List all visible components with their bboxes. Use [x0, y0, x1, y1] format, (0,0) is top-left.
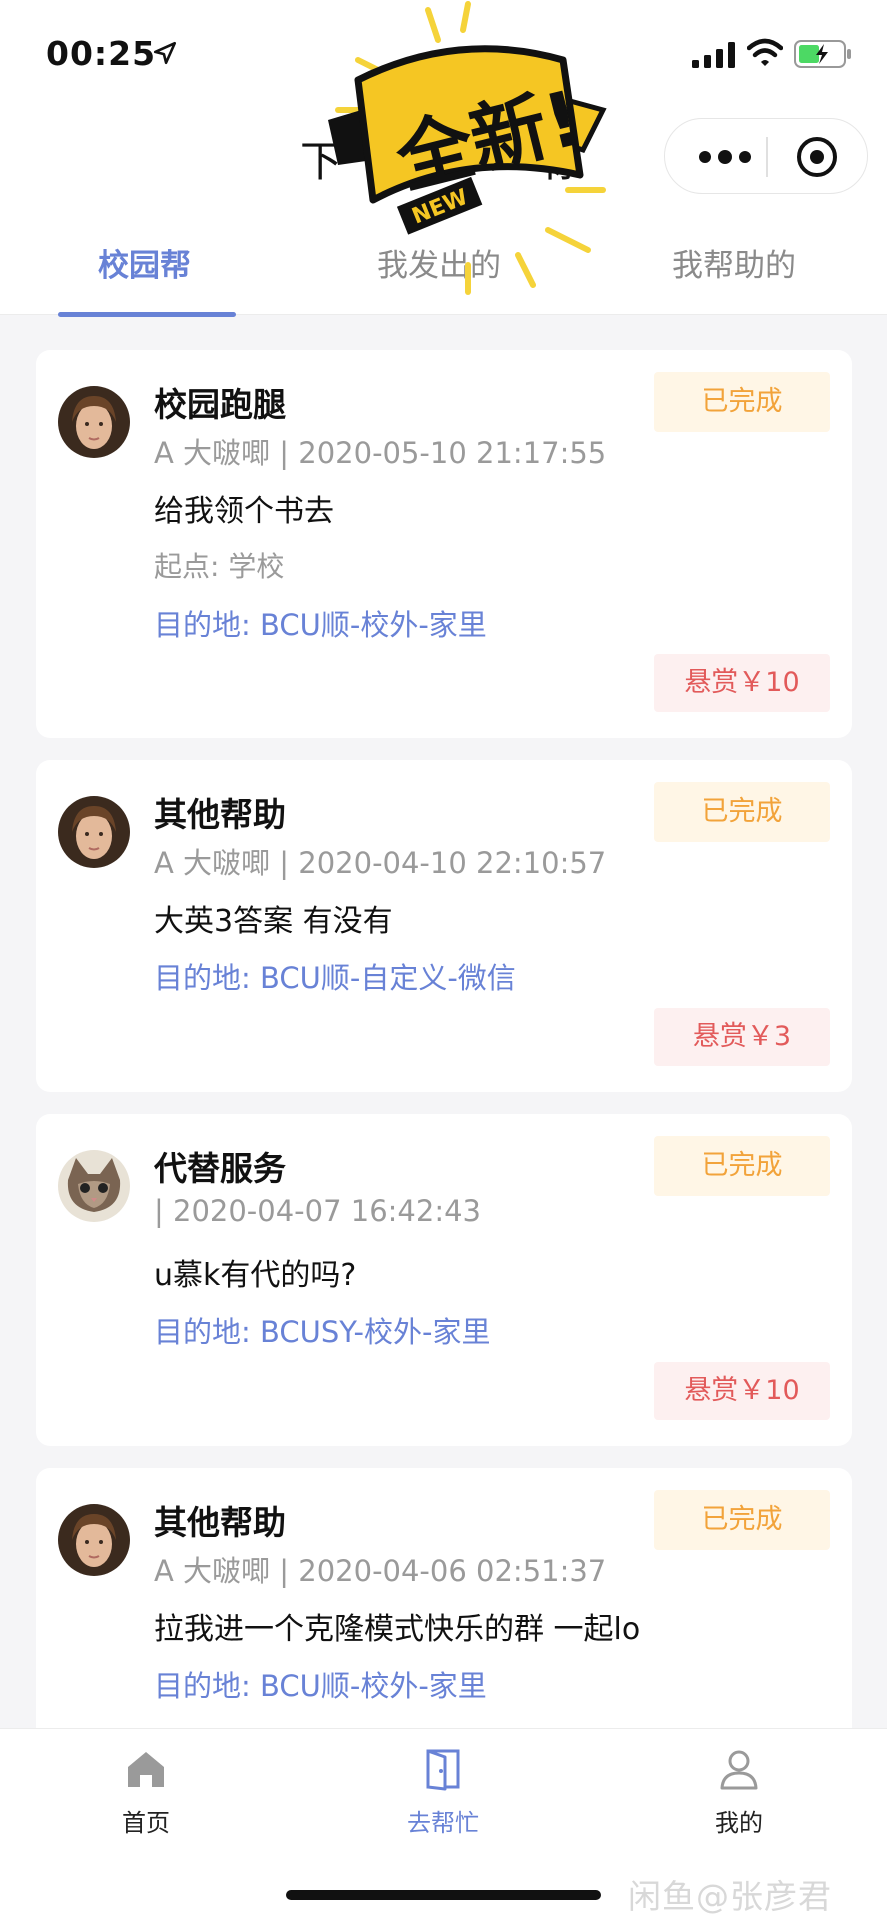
- home-indicator[interactable]: [286, 1890, 601, 1900]
- task-destination: 目的地: BCU顺-自定义-微信: [154, 961, 516, 995]
- door-icon: [426, 1749, 460, 1791]
- task-meta: A 大啵唧 | 2020-05-10 21:17:55: [154, 436, 607, 470]
- avatar: [58, 1504, 130, 1576]
- status-badge: 已完成: [654, 1136, 830, 1196]
- user-icon: [720, 1750, 758, 1790]
- status-badge: 已完成: [654, 372, 830, 432]
- location-arrow-icon: [153, 41, 177, 65]
- tabbar-label: 我的: [715, 1809, 763, 1837]
- tab-active-indicator: [58, 312, 236, 317]
- reward-badge: 悬赏￥3: [654, 1008, 830, 1066]
- task-origin: 起点: 学校: [154, 550, 285, 583]
- tab-helped[interactable]: 我帮助的: [672, 240, 796, 285]
- tabbar-mine[interactable]: 我的: [679, 1747, 799, 1838]
- tabbar-help[interactable]: 去帮忙: [383, 1747, 503, 1838]
- status-time: 00:25: [46, 34, 157, 73]
- task-title: 其他帮助: [154, 795, 286, 834]
- task-content: u慕k有代的吗?: [154, 1258, 357, 1293]
- task-meta: A 大啵唧 | 2020-04-06 02:51:37: [154, 1554, 607, 1588]
- close-mini-program-icon[interactable]: [795, 135, 839, 179]
- tab-campus-help[interactable]: 校园帮: [98, 240, 191, 285]
- task-meta: | 2020-04-07 16:42:43: [154, 1194, 481, 1228]
- task-card[interactable]: 校园跑腿 已完成 A 大啵唧 | 2020-05-10 21:17:55 给我领…: [36, 350, 852, 738]
- task-destination: 目的地: BCU顺-校外-家里: [154, 1669, 487, 1703]
- status-badge: 已完成: [654, 782, 830, 842]
- task-list: 校园跑腿 已完成 A 大啵唧 | 2020-05-10 21:17:55 给我领…: [36, 350, 852, 1822]
- task-content: 拉我进一个克隆模式快乐的群 一起lo: [154, 1612, 641, 1647]
- mini-program-capsule: [664, 118, 868, 194]
- battery-icon: [794, 40, 851, 68]
- task-content: 给我领个书去: [154, 494, 334, 529]
- task-card[interactable]: 代替服务 已完成 | 2020-04-07 16:42:43 u慕k有代的吗? …: [36, 1114, 852, 1446]
- task-destination: 目的地: BCUSY-校外-家里: [154, 1315, 491, 1349]
- tabbar-home[interactable]: 首页: [86, 1747, 206, 1838]
- reward-badge: 悬赏￥10: [654, 654, 830, 712]
- new-sticker: 全新! NEW: [328, 1, 607, 295]
- avatar: [58, 386, 130, 458]
- home-icon: [128, 1752, 164, 1787]
- task-content: 大英3答案 有没有: [154, 904, 393, 939]
- task-destination: 目的地: BCU顺-校外-家里: [154, 608, 487, 642]
- task-title: 校园跑腿: [154, 385, 286, 424]
- task-title: 其他帮助: [154, 1503, 286, 1542]
- capsule-divider: [766, 137, 768, 177]
- more-icon[interactable]: [695, 145, 755, 169]
- wifi-icon: [747, 38, 783, 66]
- status-badge: 已完成: [654, 1490, 830, 1550]
- cellular-signal-icon: [692, 42, 735, 68]
- tabbar-label: 首页: [122, 1809, 170, 1837]
- watermark: 闲鱼@张彦君007: [628, 1877, 832, 1920]
- task-title: 代替服务: [154, 1149, 286, 1188]
- task-card[interactable]: 其他帮助 已完成 A 大啵唧 | 2020-04-10 22:10:57 大英3…: [36, 760, 852, 1092]
- avatar: [58, 796, 130, 868]
- reward-badge: 悬赏￥10: [654, 1362, 830, 1420]
- avatar: [58, 1150, 130, 1222]
- task-meta: A 大啵唧 | 2020-04-10 22:10:57: [154, 846, 607, 880]
- tabbar-label: 去帮忙: [407, 1809, 479, 1837]
